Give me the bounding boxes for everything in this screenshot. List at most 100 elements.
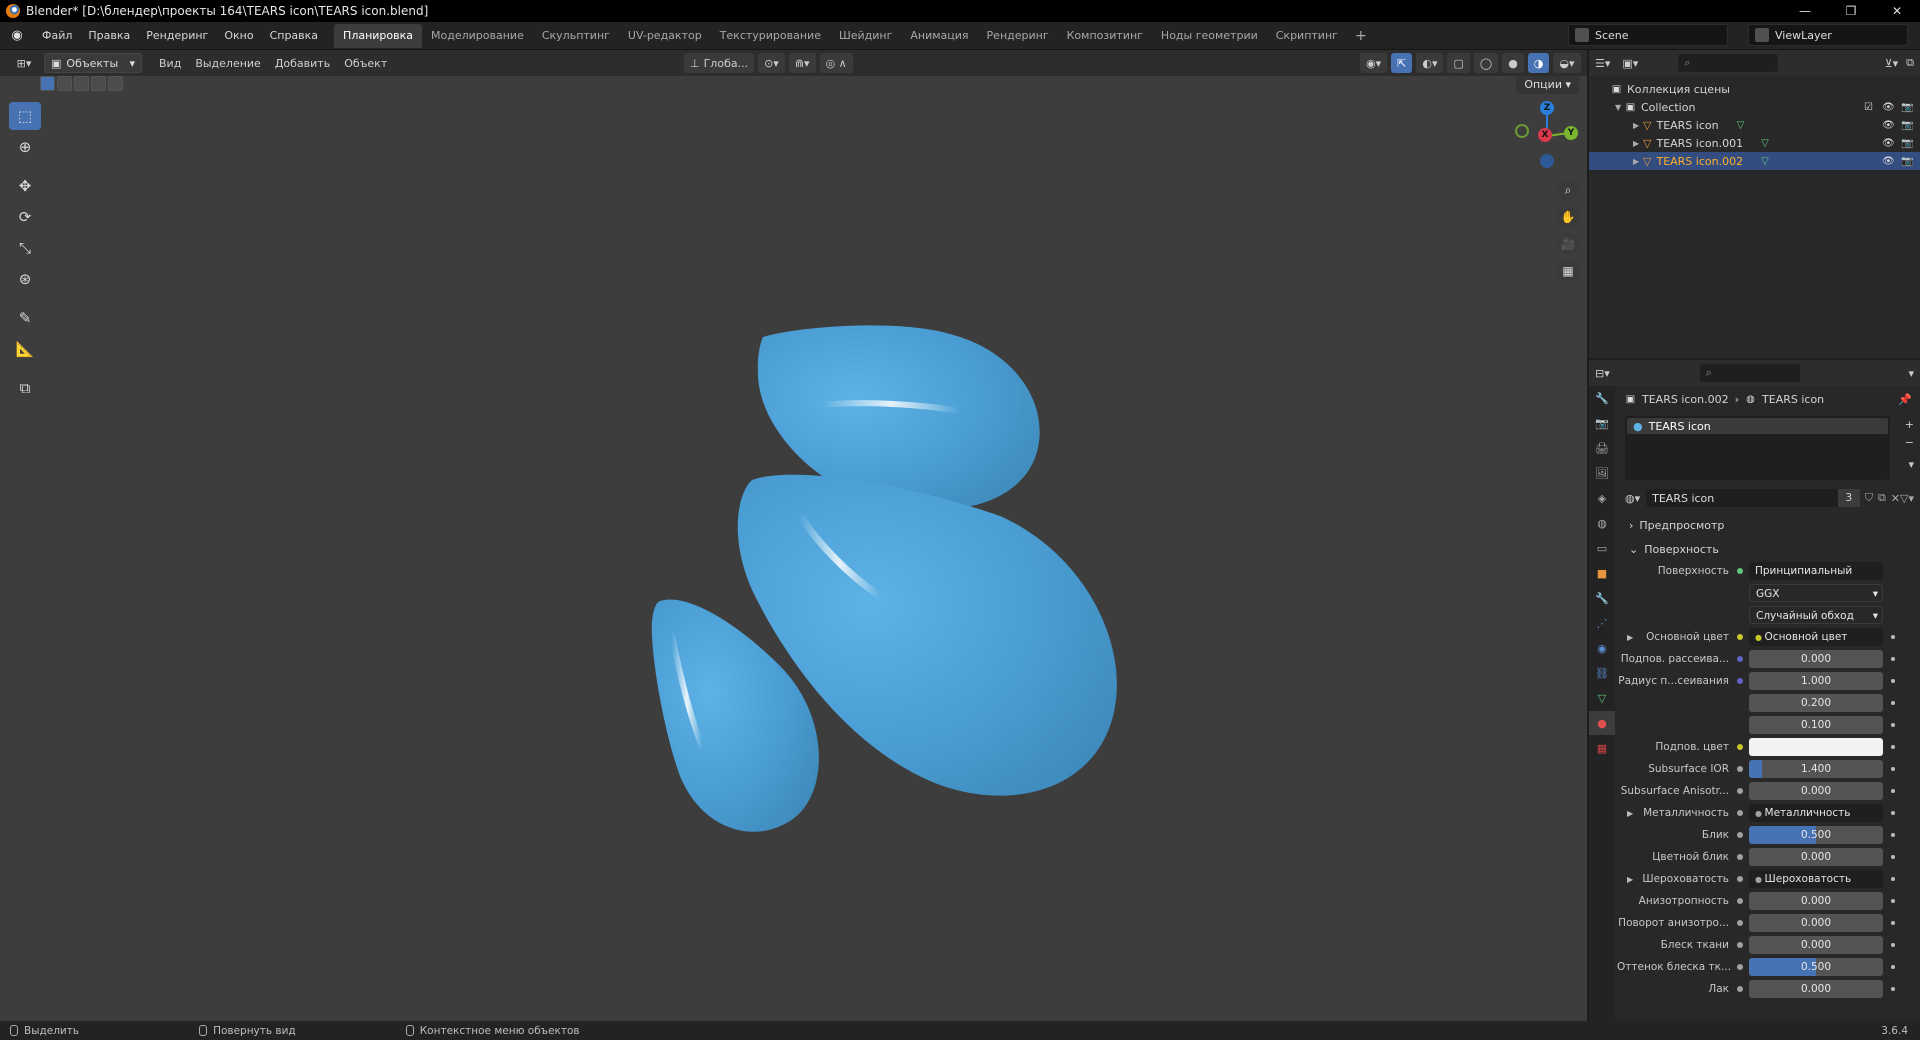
- input-socket-icon[interactable]: [1737, 656, 1743, 662]
- pivot-point-icon[interactable]: ⊙▾: [758, 53, 785, 73]
- value-slider[interactable]: 1.400: [1749, 760, 1883, 778]
- input-socket-icon[interactable]: [1737, 854, 1743, 860]
- expand-down-icon[interactable]: ▼: [1615, 103, 1625, 112]
- mesh-data-icon[interactable]: ▽: [1761, 156, 1769, 167]
- tab-rendering[interactable]: Рендеринг: [978, 24, 1058, 48]
- value-slider[interactable]: 0.000: [1749, 848, 1883, 866]
- tab-sculpting[interactable]: Скульптинг: [533, 24, 619, 48]
- eye-icon[interactable]: 👁: [1882, 156, 1895, 167]
- gizmo-x-axis[interactable]: X: [1538, 128, 1552, 142]
- menu-file[interactable]: Файл: [34, 25, 80, 47]
- interaction-mode-dropdown[interactable]: ▣ Объекты ▾: [44, 53, 142, 73]
- tab-shading[interactable]: Шейдинг: [830, 24, 901, 48]
- outliner-object-row[interactable]: ▶ ▽ TEARS icon ▽ 👁 📷: [1589, 116, 1920, 134]
- input-socket-icon[interactable]: [1737, 898, 1743, 904]
- cursor-icon[interactable]: ⊕: [9, 133, 41, 161]
- camera-render-icon[interactable]: 📷: [1901, 138, 1913, 149]
- select-new-icon[interactable]: [40, 76, 55, 91]
- input-socket-icon[interactable]: [1737, 986, 1743, 992]
- outliner-object-row-selected[interactable]: ▶ ▽ TEARS icon.002 ▽ 👁 📷: [1589, 152, 1920, 170]
- camera-render-icon[interactable]: 📷: [1901, 120, 1913, 131]
- new-collection-icon[interactable]: ⧉: [1906, 56, 1914, 70]
- linked-input-field[interactable]: ● Металличность: [1749, 804, 1883, 822]
- outliner-object-row[interactable]: ▶ ▽ TEARS icon.001 ▽ 👁 📷: [1589, 134, 1920, 152]
- shader-socket-icon[interactable]: [1737, 568, 1743, 574]
- keyframe-dot-icon[interactable]: [1891, 657, 1895, 661]
- data-tab-icon[interactable]: ▽: [1589, 686, 1615, 710]
- expand-right-icon[interactable]: ▶: [1633, 157, 1643, 166]
- surface-panel-header[interactable]: ⌄ Поверхность: [1617, 538, 1920, 560]
- material-users-count[interactable]: 3: [1837, 489, 1860, 507]
- checkbox-icon[interactable]: ☑: [1863, 102, 1874, 113]
- options-dropdown[interactable]: Опции ▾: [1516, 76, 1579, 94]
- mesh-data-icon[interactable]: ▽: [1737, 120, 1745, 131]
- output-tab-icon[interactable]: 🖨: [1589, 436, 1615, 460]
- 3d-viewport[interactable]: Опции ▾ ⬚ ⊕ ✥ ⟳ ⤡ ⊛ ✎ 📐 ⧉ Z Y X ⌕ ✋ 🎥 ▦: [0, 76, 1587, 1021]
- measure-icon[interactable]: 📐: [9, 335, 41, 363]
- keyframe-dot-icon[interactable]: [1891, 899, 1895, 903]
- menu-view[interactable]: Вид: [152, 57, 188, 70]
- input-socket-icon[interactable]: [1737, 810, 1743, 816]
- input-socket-icon[interactable]: [1737, 678, 1743, 684]
- expand-right-icon[interactable]: ▶: [1633, 121, 1643, 130]
- tab-geometry-nodes[interactable]: Ноды геометрии: [1152, 24, 1267, 48]
- select-intersect-icon[interactable]: [108, 76, 123, 91]
- eye-icon[interactable]: 👁: [1882, 138, 1895, 149]
- view-layer-selector[interactable]: ViewLayer: [1748, 24, 1908, 46]
- eye-icon[interactable]: 👁: [1882, 102, 1895, 113]
- tab-scripting[interactable]: Скриптинг: [1267, 24, 1347, 48]
- input-socket-icon[interactable]: [1737, 920, 1743, 926]
- select-invert-icon[interactable]: [91, 76, 106, 91]
- expand-right-icon[interactable]: ▶: [1627, 809, 1633, 818]
- move-icon[interactable]: ✥: [9, 172, 41, 200]
- material-slot-list[interactable]: ● TEARS icon: [1625, 416, 1890, 480]
- menu-render[interactable]: Рендеринг: [138, 25, 216, 47]
- keyframe-dot-icon[interactable]: [1891, 789, 1895, 793]
- material-tab-icon[interactable]: ●: [1589, 711, 1615, 735]
- add-workspace-button[interactable]: +: [1347, 28, 1375, 44]
- menu-edit[interactable]: Правка: [80, 25, 138, 47]
- scale-icon[interactable]: ⤡: [9, 234, 41, 262]
- camera-icon[interactable]: 🎥: [1557, 233, 1579, 255]
- link-filter-icon[interactable]: ▽▾: [1900, 492, 1914, 505]
- shading-rendered-icon[interactable]: ◒▾: [1553, 53, 1581, 73]
- expand-right-icon[interactable]: ▶: [1627, 875, 1633, 884]
- keyframe-dot-icon[interactable]: [1891, 811, 1895, 815]
- menu-select[interactable]: Выделение: [188, 57, 268, 70]
- linked-input-field[interactable]: ● Основной цвет: [1749, 628, 1883, 646]
- filter-icon[interactable]: ⊻▾: [1885, 57, 1899, 70]
- input-socket-icon[interactable]: [1737, 744, 1743, 750]
- keyframe-dot-icon[interactable]: [1891, 745, 1895, 749]
- modifier-tab-icon[interactable]: 🔧: [1589, 586, 1615, 610]
- display-mode-icon[interactable]: ▣▾: [1622, 57, 1638, 70]
- keyframe-dot-icon[interactable]: [1891, 965, 1895, 969]
- subsurface-method-dropdown[interactable]: Случайный обход ▾: [1749, 606, 1883, 624]
- properties-search-input[interactable]: ⌕: [1699, 364, 1800, 382]
- view-layer-tab-icon[interactable]: 🖼: [1589, 461, 1615, 485]
- keyframe-dot-icon[interactable]: [1891, 987, 1895, 991]
- keyframe-dot-icon[interactable]: [1891, 723, 1895, 727]
- particles-tab-icon[interactable]: ⋰: [1589, 611, 1615, 635]
- value-slider[interactable]: 0.200: [1749, 694, 1883, 712]
- outliner-search-input[interactable]: ⌕: [1678, 54, 1779, 72]
- mesh-data-icon[interactable]: ▽: [1761, 138, 1769, 149]
- close-button[interactable]: ✕: [1874, 0, 1920, 22]
- gizmo-neg-y[interactable]: [1515, 124, 1529, 138]
- outliner-editor-type-icon[interactable]: ☰▾: [1595, 57, 1610, 70]
- value-slider[interactable]: 0.000: [1749, 650, 1883, 668]
- material-name-field[interactable]: TEARS icon: [1646, 489, 1838, 507]
- zoom-icon[interactable]: ⌕: [1557, 179, 1579, 201]
- keyframe-dot-icon[interactable]: [1891, 833, 1895, 837]
- slot-menu-icon[interactable]: ▾: [1908, 458, 1914, 471]
- transform-icon[interactable]: ⊛: [9, 265, 41, 293]
- keyframe-dot-icon[interactable]: [1891, 701, 1895, 705]
- pin-icon[interactable]: 📌: [1898, 393, 1912, 406]
- tab-uv-editing[interactable]: UV-редактор: [619, 24, 711, 48]
- select-subtract-icon[interactable]: [74, 76, 89, 91]
- menu-window[interactable]: Окно: [216, 25, 261, 47]
- add-cube-icon[interactable]: ⧉: [9, 374, 41, 402]
- physics-tab-icon[interactable]: ◉: [1589, 636, 1615, 660]
- material-slot-item[interactable]: ● TEARS icon: [1627, 418, 1888, 434]
- tab-animation[interactable]: Анимация: [901, 24, 977, 48]
- preview-panel-header[interactable]: › Предпросмотр: [1617, 514, 1920, 536]
